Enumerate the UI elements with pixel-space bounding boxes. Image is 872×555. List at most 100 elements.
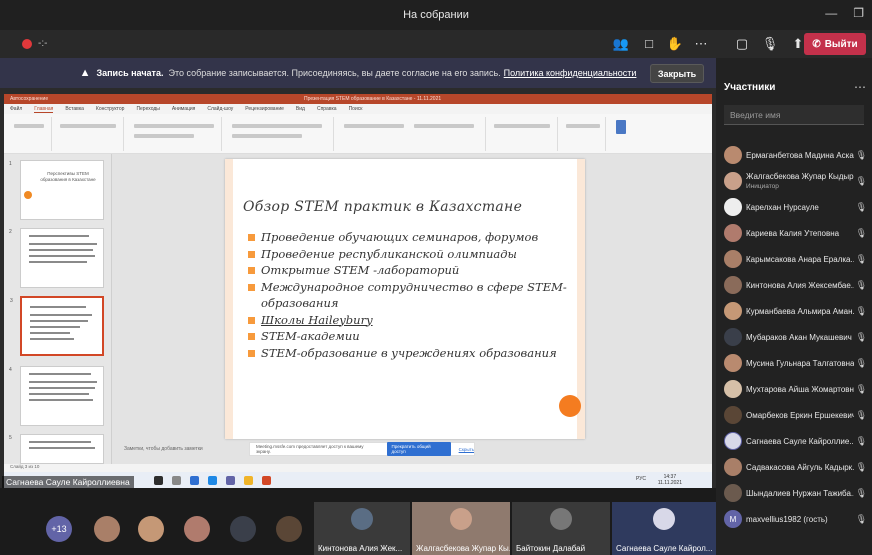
slide-thumb[interactable]: 5 [9,434,104,464]
avatar [724,250,742,268]
share-message: Meeting.mssfe.com предоставляет доступ к… [256,444,364,454]
powerpoint-icon[interactable] [262,475,271,485]
presenter-name: Сагнаева Сауле Кайроллиевна [2,476,134,488]
participant-list: Ермаганбетова Мадина Аска... 🎙 Жалгасбеко… [716,142,872,532]
windows-icon[interactable] [154,475,163,485]
slide-thumb[interactable]: 1 Перспективы STEM образования в Казахст… [9,160,104,220]
slide-thumbnails: 1 Перспективы STEM образования в Казахст… [4,154,112,464]
mic-off-icon: 🎙 [855,409,867,420]
participant-row[interactable]: Кариева Калия Утеповна 🎙 [716,220,872,246]
more-icon[interactable]: ⋯ [691,36,711,52]
search-icon[interactable] [172,475,181,485]
phone-icon: ✆ [812,38,821,50]
participant-row[interactable]: Кинтонова Алия Жексембае... 🎙 [716,272,872,298]
ppt-doc-title: Презентация STEM образование в Казахстан… [304,96,442,102]
video-tile[interactable]: Кинтонова Алия Жек... [314,502,410,555]
participant-row[interactable]: Омарбеков Еркин Ершекевич 🎙 [716,402,872,428]
avatar [724,276,742,294]
slide-bullet: Проведение республиканской олимпиады [247,246,567,263]
hide-share-link[interactable]: Скрыть [459,447,474,452]
participant-row[interactable]: Ермаганбетова Мадина Аска... 🎙 [716,142,872,168]
banner-strong: Запись начата. [96,68,164,78]
decor-circle [559,395,581,417]
tile-name: Кинтонова Алия Жек... [318,544,403,553]
participant-row[interactable]: Карымсакова Анара Ералка... 🎙 [716,246,872,272]
more-icon[interactable]: ⋯ [854,80,866,94]
avatar [724,224,742,242]
ppt-titlebar: Автосохранение Презентация STEM образова… [4,94,712,104]
mic-off-icon: 🎙 [855,227,867,238]
mic-off-icon: 🎙 [855,461,867,472]
tile-name: Сагнаева Сауле Кайрол... [616,544,713,553]
more-participants-button[interactable]: +13 [46,516,72,542]
participant-row[interactable]: Карелхан Нурсауле 🎙 [716,194,872,220]
ppt-menu-item: Справка [316,106,337,112]
ppt-menu-item: Конструктор [95,106,125,112]
mic-off-icon: 🎙 [855,201,867,212]
ppt-menu-item: Рецензирование [245,106,284,112]
slide-thumb[interactable]: 2 [9,228,104,288]
participant-row[interactable]: Шындалиев Нуржан Тажиба... 🎙 [716,480,872,506]
video-tile[interactable]: Сагнаева Сауле Кайрол... [612,502,716,555]
window-title: На собрании [403,9,469,21]
folder-icon[interactable] [244,475,253,485]
avatar: M [724,510,742,528]
autosave-label: Автосохранение [10,96,49,102]
minimize-button[interactable]: — [825,6,837,20]
participant-row[interactable]: Мубараков Акан Мукашевич 🎙 [716,324,872,350]
participant-row[interactable]: Мухтарова Айша Жомартовна 🎙 [716,376,872,402]
participant-row[interactable]: Mmaxvellius1982 (гость) 🎙 [716,506,872,532]
ppt-ribbon [4,114,712,154]
slide-thumb-selected[interactable]: 3 [10,296,104,356]
maximize-button[interactable]: ❐ [853,6,864,20]
taskbar-clock: 14:37 11.11.2021 [657,474,682,486]
avatar [94,516,120,542]
ppt-menu-item: Файл [10,106,23,112]
participant-row[interactable]: Курманбаева Альмира Аман... 🎙 [716,298,872,324]
ppt-menu-item: Слайд-шоу [207,106,234,112]
slide-title: Обзор STEM практик в Казахстане [243,199,523,215]
invite-input[interactable] [724,105,864,125]
slide-thumb[interactable]: 4 [9,366,104,426]
chat-icon[interactable]: □ [639,36,659,51]
avatar [724,484,742,502]
slide-bullet: STEM-академии [247,328,567,345]
recording-icon [22,39,32,49]
ppt-menu-item: Вид [295,106,305,112]
mic-off-icon: 🎙 [855,331,867,342]
camera-off-icon[interactable]: ▢ [732,36,752,52]
teams-icon[interactable] [226,475,235,485]
slide-bullets: Проведение обучающих семинаров, форумов … [247,229,567,361]
explorer-icon[interactable] [208,475,217,485]
mic-off-icon: 🎙 [855,435,867,446]
people-icon[interactable]: 👥 [611,36,631,52]
slide-bullet: Открытие STEM -лабораторий [247,262,567,279]
panel-title: Участники [724,82,776,93]
close-banner-button[interactable]: Закрыть [650,64,704,83]
leave-button[interactable]: ✆ Выйти [804,33,866,55]
mic-off-icon: 🎙 [855,513,867,524]
thumb-title: Перспективы STEM образования в Казахстан… [40,171,96,182]
mic-off-icon: 🎙 [855,383,867,394]
participant-row[interactable]: Жалгасбекова Жупар Кыдыр... Инициатор 🎙 [716,168,872,194]
avatar [724,146,742,164]
mic-off-icon[interactable]: 🎙 [760,36,780,52]
ppt-statusbar: Слайд 3 из 10 [4,464,712,472]
edge-icon[interactable] [190,475,199,485]
participant-row[interactable]: Мусина Гульнара Талгатовна 🎙 [716,350,872,376]
avatar [724,354,742,372]
language-indicator: РУС [635,476,646,482]
raise-hand-icon[interactable]: ✋ [665,36,685,52]
participant-row[interactable]: Садвакасова Айгуль Кадырк... 🎙 [716,454,872,480]
ppt-menu: Файл Главная Вставка Конструктор Переход… [4,104,712,114]
tile-name: Байтокин Далабай [516,544,586,553]
stop-share-button[interactable]: Прекратить общий доступ [386,442,451,456]
slide-bullet: Международное сотрудничество в сфере STE… [247,279,567,312]
video-tile[interactable]: Байтокин Далабай [512,502,610,555]
notes-placeholder[interactable]: Заметки, чтобы добавить заметки [124,446,203,452]
avatar [276,516,302,542]
video-tile[interactable]: Жалгасбекова Жупар Кы... [412,502,510,555]
privacy-link[interactable]: Политика конфиденциальности [504,68,637,78]
ppt-menu-item: Переходы [136,106,160,112]
participant-row[interactable]: Сагнаева Сауле Кайроллие... 🎙 [716,428,872,454]
